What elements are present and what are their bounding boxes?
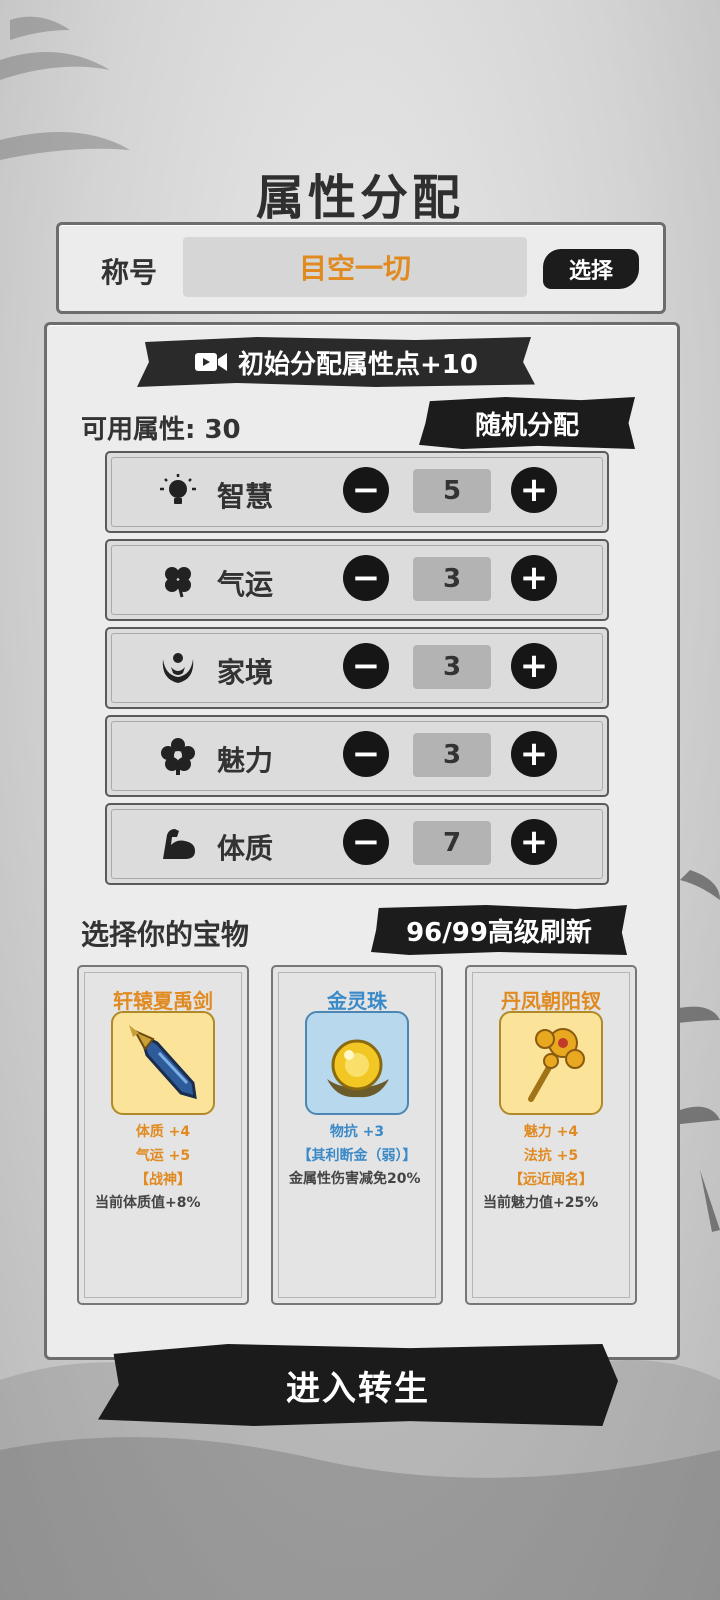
attribute-row-family: 家境 − 3 + [105, 627, 609, 709]
treasure-card-sword[interactable]: 轩辕夏禹剑 体质 +4 气运 +5 【战神】 当前体质值+8% [77, 965, 249, 1305]
treasure-name: 金灵珠 [327, 989, 387, 1013]
initial-bonus-banner[interactable]: 初始分配属性点+10 [137, 337, 535, 387]
attribute-row-luck: 气运 − 3 + [105, 539, 609, 621]
available-points: 可用属性: 30 [81, 415, 241, 445]
muscle-arm-icon [163, 829, 195, 859]
increase-charm-button[interactable]: + [511, 731, 557, 777]
advanced-refresh-button[interactable]: 96/99高级刷新 [371, 905, 627, 955]
lightbulb-icon [160, 474, 196, 504]
treasure-heading: 选择你的宝物 [81, 918, 250, 951]
treasure-tag: 【其利断金（弱）】 [297, 1148, 417, 1164]
attribute-value: 5 [413, 469, 491, 513]
treasure-desc: 当前体质值+8% [95, 1195, 201, 1211]
treasure-card-pearl[interactable]: 金灵珠 物抗 +3 【其利断金（弱）】 金属性伤害减免20% [271, 965, 443, 1305]
title-label: 称号 [101, 256, 158, 289]
treasure-image [499, 1011, 603, 1115]
attribute-name: 魅力 [217, 744, 274, 777]
treasure-image [305, 1011, 409, 1115]
video-camera-icon [195, 353, 228, 371]
attribute-row-constitution: 体质 − 7 + [105, 803, 609, 885]
attribute-row-wisdom: 智慧 − 5 + [105, 451, 609, 533]
flower-icon [161, 738, 195, 775]
random-allocate-button[interactable]: 随机分配 [419, 397, 635, 449]
golden-pearl-icon [327, 1039, 389, 1098]
increase-constitution-button[interactable]: + [511, 819, 557, 865]
treasure-name: 轩辕夏禹剑 [113, 989, 213, 1013]
family-icon [162, 653, 194, 683]
clover-icon [165, 567, 191, 598]
attribute-name: 智慧 [217, 480, 274, 513]
treasure-desc: 金属性伤害减免20% [289, 1171, 421, 1187]
attribute-row-charm: 魅力 − 3 + [105, 715, 609, 797]
increase-family-button[interactable]: + [511, 643, 557, 689]
decrease-constitution-button[interactable]: − [343, 819, 389, 865]
attribute-value: 3 [413, 733, 491, 777]
treasure-tag: 【远近闻名】 [509, 1172, 593, 1188]
attribute-value: 3 [413, 557, 491, 601]
sword-icon [129, 1025, 197, 1100]
decrease-family-button[interactable]: − [343, 643, 389, 689]
treasure-stat: 体质 +4 [135, 1124, 191, 1140]
treasure-stat: 魅力 +4 [523, 1124, 579, 1140]
treasure-card-hairpin[interactable]: 丹凤朝阳钗 魅力 +4 法抗 +5 【远近闻名】 当前魅力值+25% [465, 965, 637, 1305]
attribute-value: 3 [413, 645, 491, 689]
attribute-name: 气运 [217, 568, 274, 601]
page-title: 属性分配 [255, 170, 464, 226]
increase-luck-button[interactable]: + [511, 555, 557, 601]
title-value: 目空一切 [183, 237, 527, 297]
decrease-wisdom-button[interactable]: − [343, 467, 389, 513]
treasure-stat: 物抗 +3 [329, 1124, 385, 1140]
attribute-panel: 初始分配属性点+10 可用属性: 30 随机分配 智慧 − 5 + 气运 − 3… [44, 322, 680, 1360]
enter-reincarnation-button[interactable]: 进入转生 [98, 1344, 618, 1426]
treasure-tag: 【战神】 [135, 1172, 191, 1188]
treasure-desc: 当前魅力值+25% [483, 1195, 599, 1211]
decrease-luck-button[interactable]: − [343, 555, 389, 601]
decrease-charm-button[interactable]: − [343, 731, 389, 777]
title-panel: 称号 目空一切 选择 [56, 222, 666, 314]
select-title-button[interactable]: 选择 [543, 249, 639, 289]
attribute-name: 家境 [217, 656, 274, 689]
initial-bonus-label: 初始分配属性点+10 [238, 349, 478, 380]
phoenix-hairpin-icon [528, 1028, 585, 1102]
treasure-stat: 气运 +5 [135, 1148, 191, 1164]
attribute-name: 体质 [217, 832, 274, 865]
treasure-name: 丹凤朝阳钗 [501, 989, 601, 1013]
treasure-stat: 法抗 +5 [523, 1148, 579, 1164]
increase-wisdom-button[interactable]: + [511, 467, 557, 513]
attribute-value: 7 [413, 821, 491, 865]
treasure-image [111, 1011, 215, 1115]
